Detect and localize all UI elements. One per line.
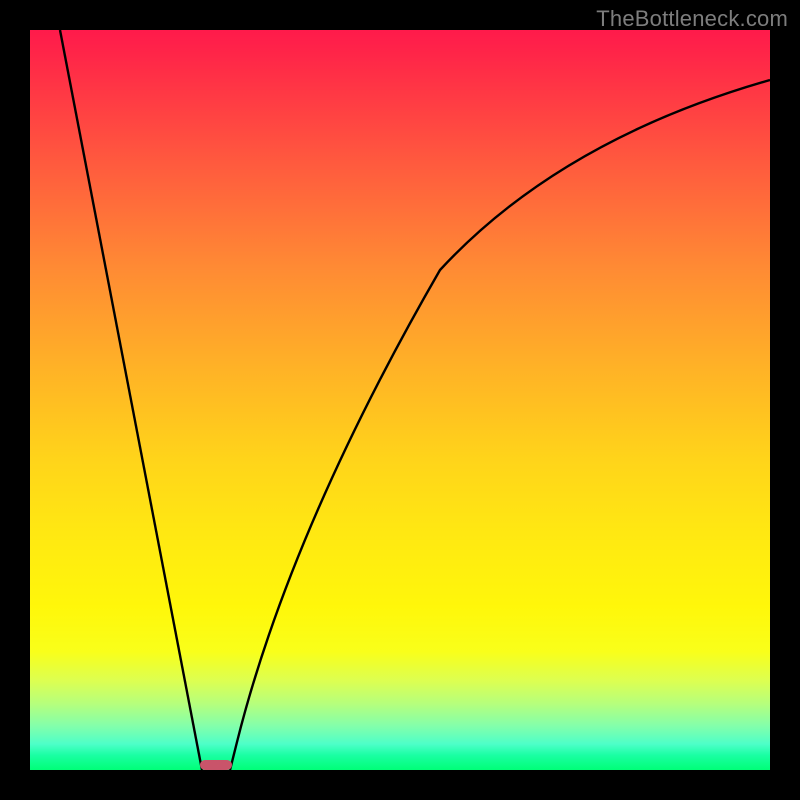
watermark-text: TheBottleneck.com [596,6,788,32]
curve-left-branch [60,30,202,770]
plot-area [30,30,770,770]
chart-frame: TheBottleneck.com [0,0,800,800]
minimum-marker [200,760,232,770]
curve-right-branch [230,80,770,770]
curve-layer [30,30,770,770]
